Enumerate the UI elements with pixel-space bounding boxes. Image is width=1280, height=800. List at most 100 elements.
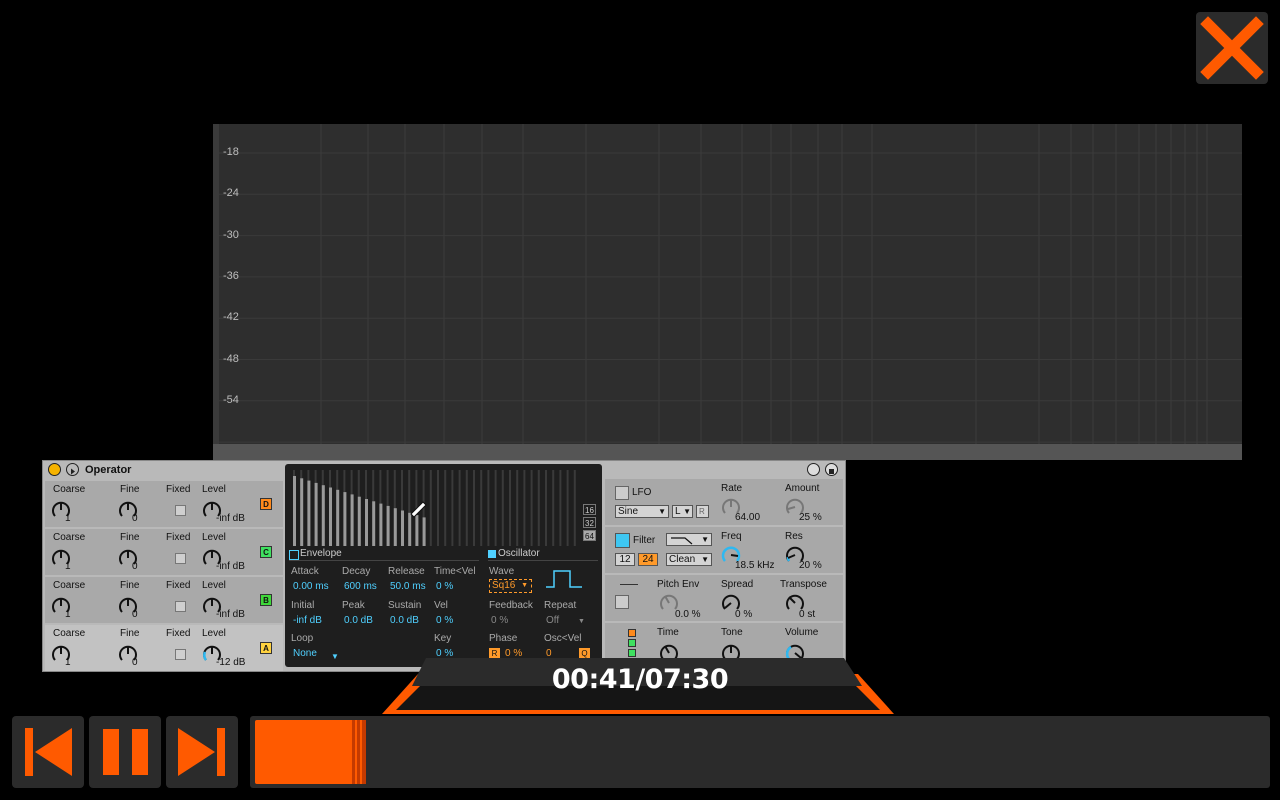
operator-row-d[interactable]: Coarse Fine Fixed Level 1 0 -inf dB D bbox=[45, 481, 283, 527]
lfo-toggle[interactable] bbox=[615, 486, 629, 500]
routing-indicator bbox=[628, 639, 636, 647]
fine-label: Fine bbox=[120, 580, 140, 591]
partial-bar[interactable] bbox=[321, 485, 325, 546]
coarse-value: 1 bbox=[65, 513, 71, 524]
oscillator-select-button[interactable]: C bbox=[260, 546, 272, 558]
operator-row-c[interactable]: Coarse Fine Fixed Level 1 0 -inf dB C bbox=[45, 529, 283, 575]
timevel-value[interactable]: 0 % bbox=[436, 581, 453, 592]
partial-bar[interactable] bbox=[393, 508, 397, 546]
partial-bar[interactable] bbox=[422, 517, 426, 546]
lfo-waveform-value: Sine bbox=[618, 506, 639, 517]
pause-button[interactable] bbox=[89, 716, 161, 788]
peak-value[interactable]: 0.0 dB bbox=[344, 615, 373, 626]
fine-label: Fine bbox=[120, 484, 140, 495]
partial-bar[interactable] bbox=[343, 492, 347, 546]
lfo-range-dropdown-icon: ▼ bbox=[683, 507, 691, 516]
fixed-checkbox[interactable] bbox=[175, 553, 186, 564]
lfo-retrigger-button[interactable]: R bbox=[696, 505, 709, 518]
fixed-checkbox[interactable] bbox=[175, 649, 186, 660]
attack-label: Attack bbox=[291, 566, 319, 577]
oscillator-select-button[interactable]: A bbox=[260, 642, 272, 654]
vel-value[interactable]: 0 % bbox=[436, 615, 453, 626]
volume-label: Volume bbox=[785, 627, 819, 638]
fixed-checkbox[interactable] bbox=[175, 505, 186, 516]
lfo-waveform-select[interactable]: Sine ▼ bbox=[615, 505, 669, 518]
partial-bar[interactable] bbox=[357, 496, 361, 546]
loop-select[interactable]: None bbox=[293, 648, 317, 659]
partial-bar[interactable] bbox=[314, 482, 318, 546]
level-value: -inf dB bbox=[216, 513, 245, 524]
partial-bar[interactable] bbox=[293, 476, 296, 546]
partial-bar[interactable] bbox=[365, 499, 368, 546]
envelope-toggle[interactable] bbox=[289, 550, 299, 560]
filter-type-select[interactable]: ▼ bbox=[666, 533, 712, 546]
filter-freq-value: 18.5 kHz bbox=[735, 560, 775, 571]
oscillator-toggle[interactable] bbox=[488, 550, 496, 558]
transpose-value: 0 st bbox=[799, 609, 816, 620]
fine-label: Fine bbox=[120, 628, 140, 639]
partials-display[interactable] bbox=[289, 468, 579, 548]
pitch-env-toggle[interactable] bbox=[615, 595, 629, 609]
repeat-select[interactable]: Off bbox=[546, 615, 559, 626]
partials-32-button[interactable]: 32 bbox=[583, 517, 596, 528]
feedback-value[interactable]: 0 % bbox=[491, 615, 508, 626]
partials-16-button[interactable]: 16 bbox=[583, 504, 596, 515]
lfo-range-select[interactable]: L ▼ bbox=[672, 505, 693, 518]
filter-type-dropdown-icon: ▼ bbox=[701, 535, 709, 544]
db-scale-label: -54 bbox=[223, 393, 239, 406]
filter-section: Filter ▼ 12 24 Clean ▼ Freq 18.5 kHz Res … bbox=[605, 527, 843, 573]
progress-bar[interactable] bbox=[250, 716, 1270, 788]
tone-label: Tone bbox=[721, 627, 743, 638]
release-value[interactable]: 50.0 ms bbox=[390, 581, 426, 592]
routing-indicator bbox=[628, 649, 636, 657]
device-power-button[interactable] bbox=[48, 463, 61, 476]
partial-bar[interactable] bbox=[401, 510, 404, 547]
filter-res-value: 20 % bbox=[799, 560, 822, 571]
partial-bar[interactable] bbox=[329, 487, 332, 547]
device-title: Operator bbox=[85, 464, 132, 476]
db-scale-label: -18 bbox=[223, 146, 239, 158]
partial-bar[interactable] bbox=[415, 515, 419, 546]
repeat-label: Repeat bbox=[544, 600, 577, 611]
oscillator-select-button[interactable]: B bbox=[260, 594, 272, 606]
device-save-button[interactable] bbox=[825, 463, 838, 476]
filter-slope-24-button[interactable]: 24 bbox=[638, 553, 658, 566]
device-play-button[interactable] bbox=[66, 463, 79, 476]
play-icon bbox=[71, 468, 75, 475]
partials-64-button[interactable]: 64 bbox=[583, 530, 596, 541]
transpose-label: Transpose bbox=[780, 579, 827, 590]
close-button[interactable] bbox=[1196, 12, 1268, 84]
level-label: Level bbox=[202, 484, 226, 495]
partial-bar[interactable] bbox=[386, 505, 390, 546]
attack-value[interactable]: 0.00 ms bbox=[293, 581, 329, 592]
filter-toggle[interactable] bbox=[615, 533, 630, 548]
fixed-checkbox[interactable] bbox=[175, 601, 186, 612]
operator-row-b[interactable]: Coarse Fine Fixed Level 1 0 -inf dB B bbox=[45, 577, 283, 623]
partial-bar[interactable] bbox=[408, 512, 412, 546]
partial-bar[interactable] bbox=[379, 503, 383, 546]
initial-value[interactable]: -inf dB bbox=[293, 615, 322, 626]
next-button[interactable] bbox=[166, 716, 238, 788]
partial-bar[interactable] bbox=[300, 478, 304, 546]
partial-bar[interactable] bbox=[307, 480, 311, 546]
level-label: Level bbox=[202, 532, 226, 543]
oscillator-select-button[interactable]: D bbox=[260, 498, 272, 510]
wave-select[interactable]: Sq16 ▼ bbox=[489, 579, 532, 593]
partial-bar[interactable] bbox=[350, 494, 354, 546]
previous-button[interactable] bbox=[12, 716, 84, 788]
decay-value[interactable]: 600 ms bbox=[344, 581, 377, 592]
filter-slope-12-button[interactable]: 12 bbox=[615, 553, 635, 566]
coarse-label: Coarse bbox=[53, 532, 86, 543]
partial-bar[interactable] bbox=[336, 489, 340, 546]
sustain-value[interactable]: 0.0 dB bbox=[390, 615, 419, 626]
level-value: -inf dB bbox=[216, 561, 245, 572]
vel-label: Vel bbox=[434, 600, 448, 611]
coarse-label: Coarse bbox=[53, 580, 86, 591]
db-scale-label: -24 bbox=[223, 187, 239, 200]
lfo-label: LFO bbox=[632, 487, 652, 498]
filter-mode-select[interactable]: Clean ▼ bbox=[666, 553, 712, 566]
progress-handle[interactable] bbox=[352, 720, 366, 784]
spectrum-scrollbar[interactable] bbox=[213, 444, 1242, 460]
device-hotswap-button[interactable] bbox=[807, 463, 820, 476]
partial-bar[interactable] bbox=[372, 501, 376, 546]
